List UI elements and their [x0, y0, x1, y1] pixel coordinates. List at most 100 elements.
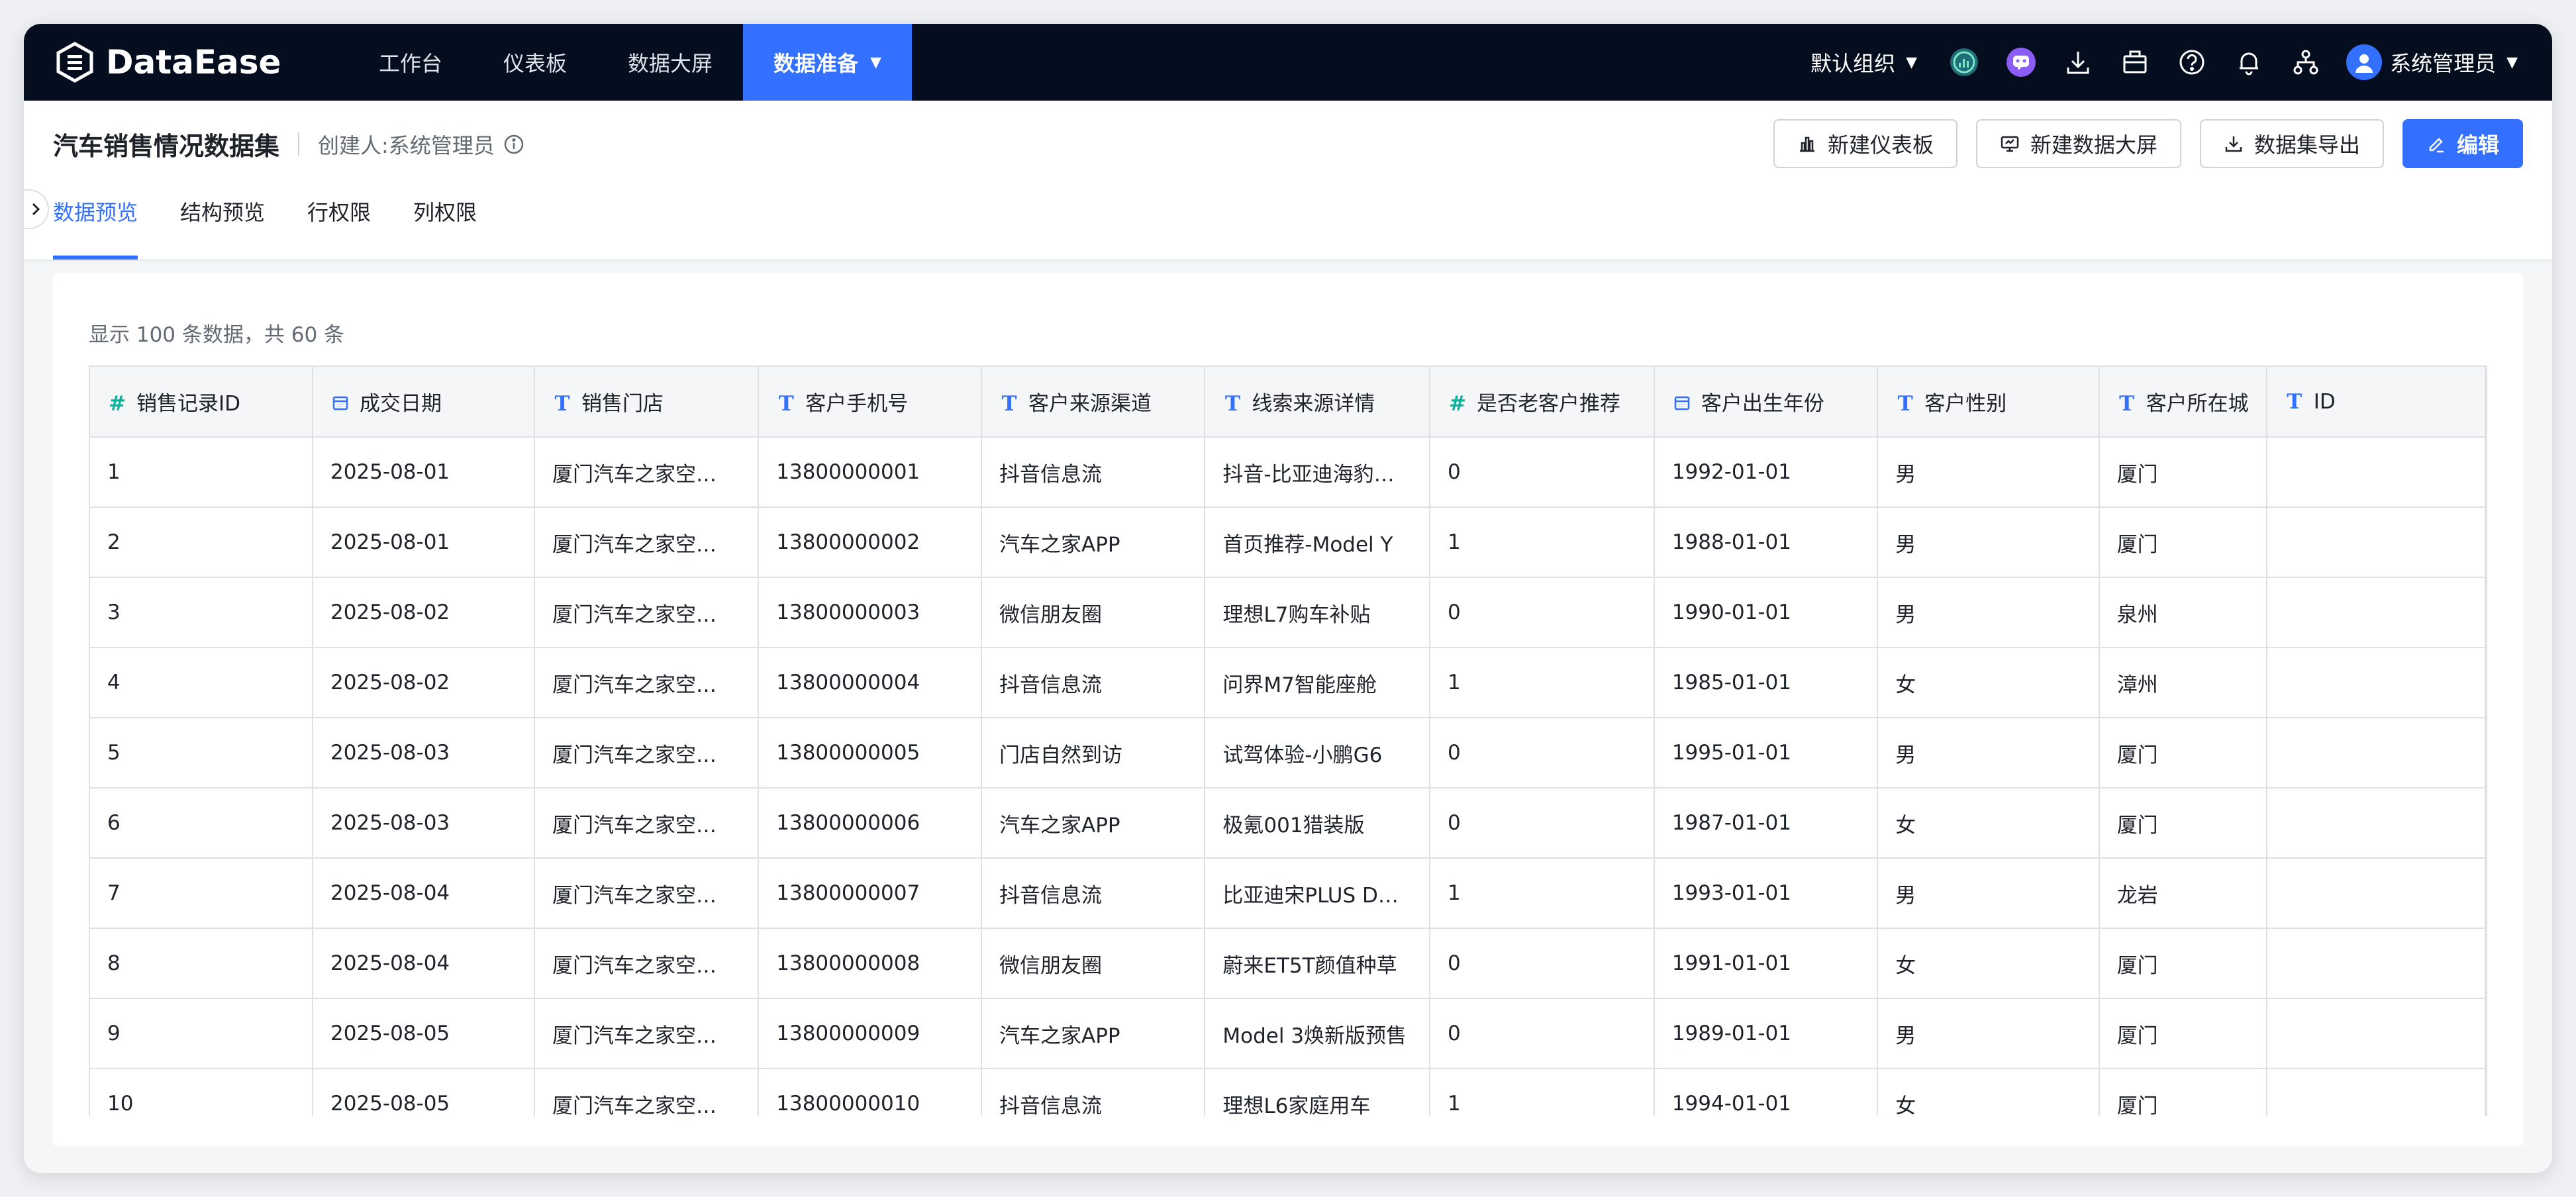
table-row: 8 2025-08-04 厦门汽车之家空… 13800000008 微信朋友圈 蔚来ET5…	[90, 928, 2486, 999]
org-structure-icon[interactable]	[2289, 46, 2322, 79]
table-cell: 2025-08-04	[312, 928, 536, 999]
table-cell: 2025-08-02	[312, 577, 536, 648]
table-cell: 1992-01-01	[1654, 437, 1879, 508]
app-logo[interactable]: DataEase	[54, 42, 319, 83]
table-row: 3 2025-08-02 厦门汽车之家空… 13800000003 微信朋友圈 理想L7购…	[90, 577, 2486, 648]
table-cell: 13800000003	[758, 577, 983, 648]
table-cell: 女	[1877, 788, 2100, 859]
table-row: 5 2025-08-03 厦门汽车之家空… 13800000005 门店自然到访 试驾体验…	[90, 718, 2486, 789]
column-header[interactable]: T 客户手机号	[758, 367, 983, 438]
tab-structure-preview[interactable]: 结构预览	[180, 189, 265, 260]
table-row: 7 2025-08-04 厦门汽车之家空… 13800000007 抖音信息流 比亚迪宋P…	[90, 858, 2486, 929]
column-header[interactable]: # 销售记录ID	[90, 367, 313, 438]
column-header-label: 客户来源渠道	[1028, 392, 1152, 416]
table-row: 10 2025-08-05 厦门汽车之家空… 13800000010 抖音信息流 理想L6…	[90, 1069, 2486, 1116]
table-cell: 女	[1877, 647, 2100, 718]
table-row: 4 2025-08-02 厦门汽车之家空… 13800000004 抖音信息流 问界M7智…	[90, 647, 2486, 718]
download-icon[interactable]	[2061, 46, 2095, 79]
column-header-label: ID	[2313, 389, 2336, 414]
export-dataset-button[interactable]: 数据集导出	[2199, 119, 2384, 168]
number-type-icon: #	[109, 392, 126, 416]
table-row: 6 2025-08-03 厦门汽车之家空… 13800000006 汽车之家APP 极氪0…	[90, 788, 2486, 859]
download-icon	[2225, 136, 2242, 152]
table-cell: 理想L6家庭用车	[1205, 1069, 1430, 1116]
table-cell: 男	[1877, 718, 2100, 789]
column-header[interactable]: T 客户来源渠道	[981, 367, 1206, 438]
data-table-container[interactable]: # 销售记录ID 成交日期 T 销售门店 T 客户手机号 T 客户来源渠道 T 线索来源详情 # 是否老…	[89, 365, 2487, 1116]
table-cell: 0	[1430, 718, 1655, 789]
new-dashboard-button[interactable]: 新建仪表板	[1773, 119, 1957, 168]
table-cell: 1	[1430, 647, 1655, 718]
copilot-chat-icon[interactable]	[2005, 46, 2038, 79]
table-cell: 门店自然到访	[981, 718, 1206, 789]
user-name: 系统管理员	[2390, 51, 2497, 76]
table-cell: 13800000006	[758, 788, 983, 859]
chevron-right-icon	[32, 203, 40, 216]
tab-row-permission[interactable]: 行权限	[307, 189, 371, 260]
table-cell: 13800000008	[758, 928, 983, 999]
edit-button[interactable]: 编辑	[2402, 119, 2523, 168]
table-cell: 1991-01-01	[1654, 928, 1879, 999]
edit-label: 编辑	[2456, 132, 2499, 158]
table-cell: 1990-01-01	[1654, 577, 1879, 648]
column-header[interactable]: T ID	[2266, 367, 2486, 438]
preview-panel: 显示 100 条数据，共 60 条 # 销售记录ID 成交日期 T 销售门店 T 客户手机号…	[53, 273, 2523, 1147]
user-menu[interactable]: 系统管理员 ▼	[2346, 44, 2518, 80]
new-screen-button[interactable]: 新建数据大屏	[1975, 119, 2181, 168]
table-cell: 微信朋友圈	[981, 928, 1206, 999]
table-cell: 2025-08-01	[312, 437, 536, 508]
column-header-label: 线索来源详情	[1252, 392, 1375, 416]
table-cell: 问界M7智能座舱	[1205, 647, 1430, 718]
table-cell: 9	[90, 998, 313, 1069]
column-header[interactable]: T 线索来源详情	[1205, 367, 1430, 438]
column-header[interactable]: 成交日期	[312, 367, 536, 438]
table-cell: 2025-08-04	[312, 858, 536, 929]
table-row: 9 2025-08-05 厦门汽车之家空… 13800000009 汽车之家APP Mod…	[90, 998, 2486, 1069]
tab-column-permission[interactable]: 列权限	[413, 189, 477, 260]
help-icon[interactable]	[2175, 46, 2208, 79]
table-cell: 7	[90, 858, 313, 929]
caret-down-icon: ▼	[2506, 54, 2518, 71]
table-cell: 0	[1430, 998, 1655, 1069]
column-header[interactable]: 客户出生年份	[1654, 367, 1879, 438]
nav-item-dashboard[interactable]: 仪表板	[473, 24, 597, 101]
table-cell: 汽车之家APP	[981, 788, 1206, 859]
table-cell: 5	[90, 718, 313, 789]
table-cell: Model 3焕新版预售	[1205, 998, 1430, 1069]
table-cell: 厦门汽车之家空…	[534, 437, 760, 508]
org-switcher[interactable]: 默认组织 ▼	[1810, 47, 1917, 77]
column-header[interactable]: T 客户性别	[1877, 367, 2100, 438]
nav-item-data-screen[interactable]: 数据大屏	[597, 24, 743, 101]
table-cell: 13800000004	[758, 647, 983, 718]
table-cell	[2266, 998, 2486, 1069]
briefcase-icon[interactable]	[2118, 46, 2152, 79]
tab-data-preview[interactable]: 数据预览	[53, 189, 138, 260]
caret-down-icon: ▼	[1906, 54, 1918, 71]
info-icon[interactable]	[503, 133, 525, 156]
column-header[interactable]: T 销售门店	[534, 367, 760, 438]
table-cell	[2266, 1069, 2486, 1116]
table-cell: 2025-08-01	[312, 507, 536, 578]
table-header-row: # 销售记录ID 成交日期 T 销售门店 T 客户手机号 T 客户来源渠道 T 线索来源详情 # 是否老…	[90, 367, 2486, 438]
ai-assistant-icon[interactable]	[1948, 46, 1981, 79]
bell-icon[interactable]	[2232, 46, 2265, 79]
table-cell	[2266, 928, 2486, 999]
nav-item-workbench[interactable]: 工作台	[348, 24, 473, 101]
table-cell	[2266, 437, 2486, 508]
table-cell: 抖音-比亚迪海豹…	[1205, 437, 1430, 508]
table-cell: 13800000007	[758, 858, 983, 929]
text-type-icon: T	[1001, 392, 1017, 416]
page-title: 汽车销售情况数据集	[53, 132, 280, 161]
table-cell: 抖音信息流	[981, 647, 1206, 718]
table-cell	[2266, 858, 2486, 929]
column-header[interactable]: # 是否老客户推荐	[1430, 367, 1655, 438]
screen-icon	[2001, 136, 2019, 152]
new-screen-label: 新建数据大屏	[2030, 132, 2157, 158]
table-cell: 4	[90, 647, 313, 718]
table-cell	[2266, 507, 2486, 578]
column-header[interactable]: T 客户所在城	[2099, 367, 2267, 438]
nav-item-data-prep[interactable]: 数据准备 ▼	[743, 24, 912, 101]
table-cell: 蔚来ET5T颜值种草	[1205, 928, 1430, 999]
column-header-label: 客户手机号	[805, 392, 909, 416]
title-row: 汽车销售情况数据集 创建人:系统管理员	[53, 126, 525, 162]
